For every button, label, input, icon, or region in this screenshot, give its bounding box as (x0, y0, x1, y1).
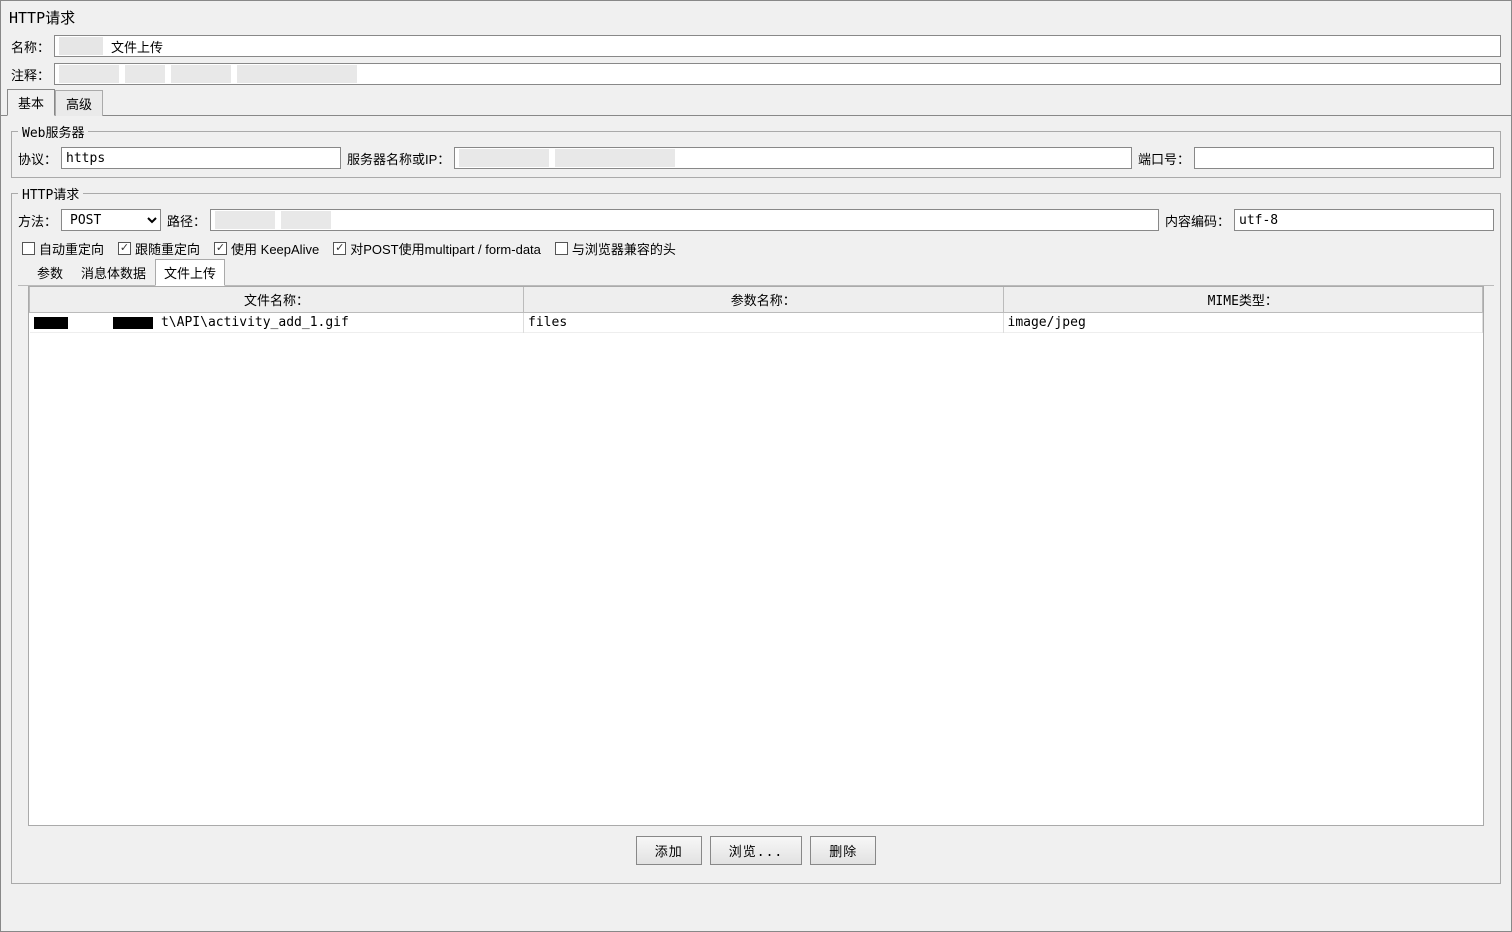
method-select[interactable]: POST (61, 209, 161, 231)
checkbox-box[interactable] (555, 242, 568, 255)
browse-button[interactable]: 浏览... (710, 836, 802, 865)
port-label: 端口号： (1138, 149, 1190, 168)
comment-label: 注释： (11, 65, 50, 84)
col-header-file[interactable]: 文件名称： (30, 287, 524, 313)
checkbox-box[interactable] (22, 242, 35, 255)
checkbox-label: 对POST使用multipart / form-data (350, 239, 541, 258)
col-header-param[interactable]: 参数名称： (524, 287, 1003, 313)
checkbox-auto-redirect[interactable]: 自动重定向 (22, 239, 104, 258)
sub-tab-params[interactable]: 参数 (28, 259, 72, 286)
name-value-suffix: 文件上传 (111, 37, 163, 56)
name-label: 名称： (11, 37, 50, 56)
table-row[interactable]: t\API\activity_add_1.gif files image/jpe… (30, 313, 1483, 333)
add-button[interactable]: 添加 (636, 836, 702, 865)
main-tab-strip: 基本 高级 (1, 94, 1511, 116)
cell-file[interactable]: t\API\activity_add_1.gif (30, 313, 524, 333)
table-header-row: 文件名称： 参数名称： MIME类型： (30, 287, 1483, 313)
tab-advanced[interactable]: 高级 (55, 90, 103, 116)
file-upload-table-wrap: 文件名称： 参数名称： MIME类型： t\API\activity_add_1… (28, 286, 1484, 826)
http-request-panel: HTTP请求 名称： 文件上传 注释： 基本 高级 Web服务器 协议： 服务器… (0, 0, 1512, 932)
redacted-text (281, 211, 331, 229)
checkbox-keepalive[interactable]: ✓ 使用 KeepAlive (214, 239, 319, 258)
col-header-mime[interactable]: MIME类型： (1003, 287, 1483, 313)
button-row: 添加 浏览... 删除 (18, 826, 1494, 875)
sub-tab-file-upload[interactable]: 文件上传 (155, 259, 225, 286)
redacted-text (555, 149, 675, 167)
checkbox-label: 使用 KeepAlive (231, 239, 319, 258)
sub-tab-body[interactable]: 消息体数据 (72, 259, 155, 286)
encoding-label: 内容编码： (1165, 211, 1230, 230)
checkbox-multipart[interactable]: ✓ 对POST使用multipart / form-data (333, 239, 541, 258)
checkbox-row: 自动重定向 ✓ 跟随重定向 ✓ 使用 KeepAlive ✓ 对POST使用mu… (18, 231, 1494, 258)
method-label: 方法： (18, 211, 57, 230)
http-request-group: HTTP请求 方法： POST 路径： 内容编码： (11, 184, 1501, 884)
protocol-label: 协议： (18, 149, 57, 168)
checkbox-box[interactable]: ✓ (333, 242, 346, 255)
port-input[interactable] (1194, 147, 1494, 169)
redacted-block (34, 317, 68, 329)
redacted-text (459, 149, 549, 167)
path-input[interactable] (210, 209, 1159, 231)
redacted-text (237, 65, 357, 83)
checkbox-label: 跟随重定向 (135, 239, 200, 258)
redacted-text (59, 65, 119, 83)
redacted-gap (75, 317, 105, 329)
checkbox-box[interactable]: ✓ (214, 242, 227, 255)
checkbox-box[interactable]: ✓ (118, 242, 131, 255)
cell-file-suffix: t\API\activity_add_1.gif (161, 315, 349, 330)
encoding-input[interactable] (1234, 209, 1494, 231)
cell-mime[interactable]: image/jpeg (1003, 313, 1483, 333)
checkbox-label: 自动重定向 (39, 239, 104, 258)
name-input[interactable]: 文件上传 (54, 35, 1501, 57)
redacted-name-prefix (59, 37, 103, 55)
path-label: 路径： (167, 211, 206, 230)
web-server-legend: Web服务器 (18, 122, 88, 141)
redacted-text (215, 211, 275, 229)
file-upload-table: 文件名称： 参数名称： MIME类型： t\API\activity_add_1… (29, 287, 1483, 333)
checkbox-label: 与浏览器兼容的头 (572, 239, 676, 258)
checkbox-browser-headers[interactable]: 与浏览器兼容的头 (555, 239, 676, 258)
redacted-block (113, 317, 153, 329)
web-server-group: Web服务器 协议： 服务器名称或IP： 端口号： (11, 122, 1501, 178)
sub-tab-strip: 参数 消息体数据 文件上传 (18, 264, 1494, 286)
cell-param[interactable]: files (524, 313, 1003, 333)
tab-basic[interactable]: 基本 (7, 89, 55, 116)
redacted-text (125, 65, 165, 83)
protocol-input[interactable] (61, 147, 341, 169)
checkbox-follow-redirect[interactable]: ✓ 跟随重定向 (118, 239, 200, 258)
server-input[interactable] (454, 147, 1132, 169)
delete-button[interactable]: 删除 (810, 836, 876, 865)
window-title: HTTP请求 (1, 1, 1511, 32)
redacted-text (171, 65, 231, 83)
server-label: 服务器名称或IP： (347, 149, 450, 168)
http-request-legend: HTTP请求 (18, 184, 83, 203)
comment-input[interactable] (54, 63, 1501, 85)
